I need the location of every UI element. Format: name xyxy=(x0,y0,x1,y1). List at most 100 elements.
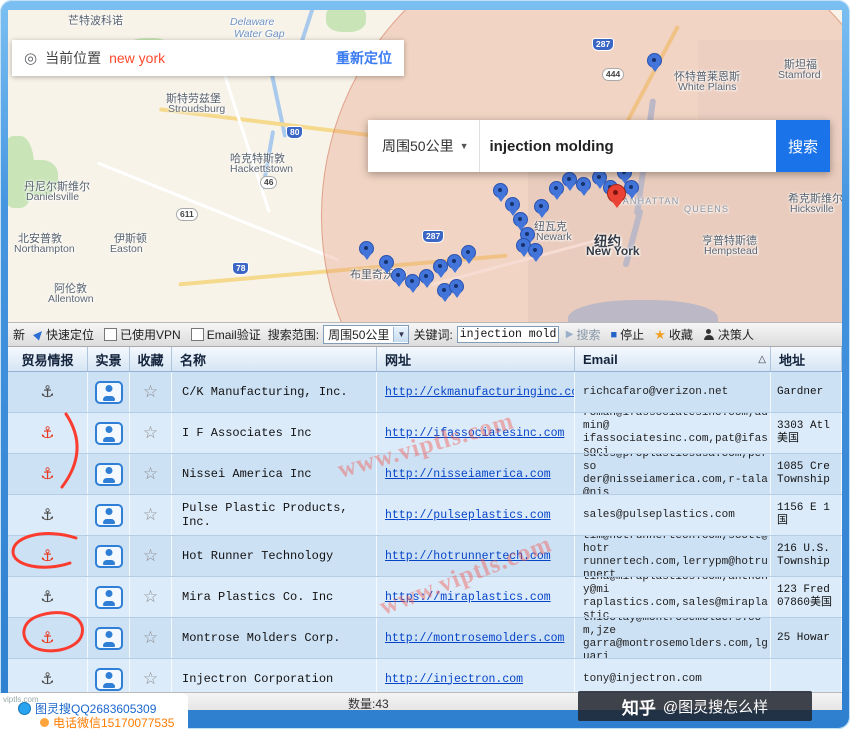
sort-indicator-icon[interactable]: △ xyxy=(758,354,766,365)
map-pin[interactable] xyxy=(379,255,394,270)
anchor-icon[interactable]: ⚓ xyxy=(40,464,54,484)
map-pin[interactable] xyxy=(624,180,639,195)
map-pin[interactable] xyxy=(449,279,464,294)
road-shield-icon: 46 xyxy=(260,176,278,189)
header-favorite[interactable]: 收藏 xyxy=(130,347,172,371)
app-content: 芒特波科诺 Delaware Water Gap 斯特劳兹堡 Stroudsburg 哈克… xyxy=(8,10,842,710)
header-trade-intel[interactable]: 贸易情报 xyxy=(8,347,88,371)
map-pin[interactable] xyxy=(647,53,662,68)
table-row[interactable]: ⚓ ☆ I F Associates Inc http://ifassociatesi… xyxy=(8,413,842,454)
quick-locate-button[interactable]: 快速定位 xyxy=(32,326,97,343)
favorite-button[interactable]: ★ 收藏 xyxy=(651,326,696,343)
radius-dropdown[interactable]: 周围50公里 ▼ xyxy=(368,120,480,172)
header-name[interactable]: 名称 xyxy=(172,347,377,371)
map-pin-selected[interactable] xyxy=(607,184,626,203)
anchor-icon[interactable]: ⚓ xyxy=(40,505,54,525)
map-pin[interactable] xyxy=(562,172,577,187)
relocate-button[interactable]: 重新定位 xyxy=(336,48,392,68)
chevron-down-icon: ▼ xyxy=(459,141,469,151)
table-row[interactable]: ⚓ ☆ Injectron Corporation http://injectron.… xyxy=(8,659,842,692)
table-row[interactable]: ⚓ ☆ Pulse Plastic Products, Inc. http://pul… xyxy=(8,495,842,536)
current-location-label: 当前位置 xyxy=(45,50,102,66)
range-select[interactable]: 周围50公里 ▼ xyxy=(323,325,410,344)
anchor-icon[interactable]: ⚓ xyxy=(40,628,54,648)
table-row[interactable]: ⚓ ☆ C/K Manufacturing, Inc. http://ckmanufa… xyxy=(8,372,842,413)
map-pin[interactable] xyxy=(447,254,462,269)
anchor-icon[interactable]: ⚓ xyxy=(40,382,54,402)
header-website[interactable]: 网址 xyxy=(377,347,575,371)
website-link[interactable]: http://pulseplastics.com xyxy=(377,509,551,522)
map-pin[interactable] xyxy=(461,245,476,260)
map-pin[interactable] xyxy=(576,177,591,192)
map-pin[interactable] xyxy=(391,268,406,283)
street-view-icon[interactable] xyxy=(94,585,123,609)
email-verify-checkbox[interactable]: Email验证 xyxy=(188,326,264,343)
map-search-input[interactable] xyxy=(479,120,776,172)
street-view-icon[interactable] xyxy=(94,667,123,691)
table-row[interactable]: ⚓ ☆ Hot Runner Technology http://hotrunnert… xyxy=(8,536,842,577)
stop-button[interactable]: ■ 停止 xyxy=(608,326,648,343)
map-place-label: Hackettstown xyxy=(230,163,294,175)
street-view-icon[interactable] xyxy=(94,421,123,445)
website-link[interactable]: http://ckmanufacturinginc.com xyxy=(377,386,574,399)
favorite-star-icon[interactable]: ☆ xyxy=(143,423,158,443)
favorite-star-icon[interactable]: ☆ xyxy=(143,464,158,484)
website-link[interactable]: http://montrosemolders.com xyxy=(377,632,564,645)
map-pin[interactable] xyxy=(405,274,420,289)
map-pin[interactable] xyxy=(505,197,520,212)
company-name-cell: Mira Plastics Co. Inc xyxy=(172,577,377,617)
favorite-star-icon[interactable]: ☆ xyxy=(143,628,158,648)
header-email[interactable]: Email △ xyxy=(575,347,771,371)
current-location-value: new york xyxy=(109,50,166,66)
decision-maker-button[interactable]: 决策人 xyxy=(700,326,757,343)
street-view-icon[interactable] xyxy=(94,462,123,486)
street-view-icon[interactable] xyxy=(94,503,123,527)
address-cell: Gardner xyxy=(771,372,842,412)
table-row[interactable]: ⚓ ☆ Mira Plastics Co. Inc https://miraplast… xyxy=(8,577,842,618)
favorite-star-icon[interactable]: ☆ xyxy=(143,505,158,525)
map-pin[interactable] xyxy=(549,181,564,196)
favorite-cell: ☆ xyxy=(130,577,172,617)
website-link[interactable]: http://ifassociatesinc.com xyxy=(377,427,564,440)
anchor-icon[interactable]: ⚓ xyxy=(40,669,54,689)
email-cell: sales@proplasticsusa.com,perso der@nisse… xyxy=(575,454,771,494)
refresh-button-partial[interactable]: 新 xyxy=(10,326,28,343)
website-link[interactable]: http://hotrunnertech.com xyxy=(377,550,551,563)
search-button[interactable]: ▶ 搜索 xyxy=(563,326,604,343)
favorite-star-icon[interactable]: ☆ xyxy=(143,587,158,607)
website-link[interactable]: http://injectron.com xyxy=(377,673,523,686)
table-row[interactable]: ⚓ ☆ Montrose Molders Corp. http://montrosem… xyxy=(8,618,842,659)
favorite-star-icon[interactable]: ☆ xyxy=(143,382,158,402)
map-place-label: Water Gap xyxy=(234,28,285,40)
map-pin[interactable] xyxy=(433,259,448,274)
map-pin[interactable] xyxy=(493,183,508,198)
map-pin[interactable] xyxy=(419,269,434,284)
header-street-view[interactable]: 实景 xyxy=(88,347,130,371)
map-pin[interactable] xyxy=(359,241,374,256)
email-cell: roman@ifassociatesinc.com,admin@ ifassoc… xyxy=(575,413,771,453)
website-link[interactable]: http://nisseiamerica.com xyxy=(377,468,551,481)
street-view-icon[interactable] xyxy=(94,544,123,568)
map-pin[interactable] xyxy=(534,199,549,214)
map-pin[interactable] xyxy=(513,212,528,227)
map-place-label: New York xyxy=(586,244,640,258)
anchor-icon[interactable]: ⚓ xyxy=(40,587,54,607)
road-shield-icon: 78 xyxy=(232,262,250,275)
keyword-input[interactable] xyxy=(456,326,559,343)
anchor-icon[interactable]: ⚓ xyxy=(40,546,54,566)
map-canvas[interactable]: 芒特波科诺 Delaware Water Gap 斯特劳兹堡 Stroudsburg 哈克… xyxy=(8,10,842,323)
vpn-checkbox[interactable]: 已使用VPN xyxy=(101,326,184,343)
anchor-icon[interactable]: ⚓ xyxy=(40,423,54,443)
website-link[interactable]: https://miraplastics.com xyxy=(377,591,551,604)
qq-icon xyxy=(18,702,31,715)
street-view-icon[interactable] xyxy=(94,380,123,404)
company-name-cell: Pulse Plastic Products, Inc. xyxy=(172,495,377,535)
header-address[interactable]: 地址 xyxy=(771,347,842,371)
map-search-button[interactable]: 搜索 xyxy=(776,120,830,172)
street-view-icon[interactable] xyxy=(94,626,123,650)
favorite-star-icon[interactable]: ☆ xyxy=(143,546,158,566)
favorite-star-icon[interactable]: ☆ xyxy=(143,669,158,689)
table-header: 贸易情报 实景 收藏 名称 网址 Email △ 地址 xyxy=(8,347,842,372)
table-row[interactable]: ⚓ ☆ Nissei America Inc http://nisseiamerica… xyxy=(8,454,842,495)
map-pin[interactable] xyxy=(528,243,543,258)
